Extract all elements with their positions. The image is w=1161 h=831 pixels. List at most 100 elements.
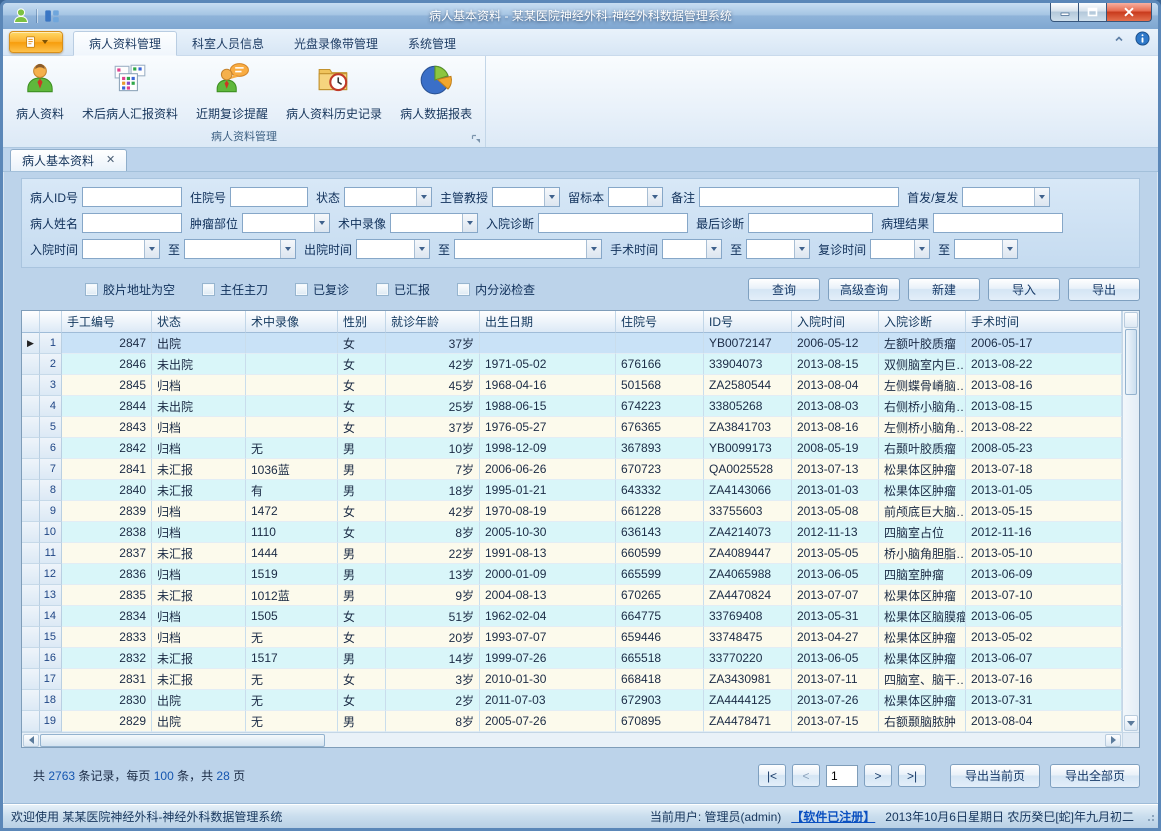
table-row[interactable]: 112837未汇报1444男22岁1991-08-13660599ZA40894…: [22, 543, 1122, 564]
horizontal-scrollbar[interactable]: [22, 733, 1122, 747]
ribbon-button[interactable]: 病人资料: [7, 58, 73, 130]
prev-page-button[interactable]: <: [792, 764, 820, 787]
filter-checkbox[interactable]: 已汇报: [376, 281, 430, 298]
column-header[interactable]: 手术时间: [966, 311, 1122, 333]
table-row[interactable]: 162832未汇报1517男14岁1999-07-266655183377022…: [22, 648, 1122, 669]
column-header[interactable]: ID号: [704, 311, 792, 333]
filter-input[interactable]: [230, 187, 308, 207]
column-header[interactable]: 入院时间: [792, 311, 879, 333]
dropdown-button[interactable]: [416, 188, 431, 206]
table-row[interactable]: 62842归档无男10岁1998-12-09367893YB0099173200…: [22, 438, 1122, 459]
scroll-up-icon[interactable]: [1124, 312, 1138, 328]
filter-checkbox[interactable]: 胶片地址为空: [85, 281, 175, 298]
table-row[interactable]: 92839归档1472女42岁1970-08-19661228337556032…: [22, 501, 1122, 522]
filter-select[interactable]: [492, 187, 560, 207]
filter-select[interactable]: [662, 239, 722, 259]
table-row[interactable]: 102838归档1110女8岁2005-10-30636143ZA4214073…: [22, 522, 1122, 543]
table-row[interactable]: 32845归档女45岁1968-04-16501568ZA25805442013…: [22, 375, 1122, 396]
dropdown-button[interactable]: [1034, 188, 1049, 206]
vertical-scrollbar-thumb[interactable]: [1125, 329, 1137, 395]
page-number-input[interactable]: [826, 765, 858, 787]
table-row[interactable]: 192829出院无男8岁2005-07-26670895ZA4478471201…: [22, 711, 1122, 732]
horizontal-scrollbar-thumb[interactable]: [40, 734, 325, 747]
filter-input[interactable]: [82, 187, 182, 207]
table-row[interactable]: 82840未汇报有男18岁1995-01-21643332ZA414306620…: [22, 480, 1122, 501]
table-row[interactable]: 122836归档1519男13岁2000-01-09665599ZA406598…: [22, 564, 1122, 585]
filter-select[interactable]: [746, 239, 810, 259]
column-header[interactable]: 住院号: [616, 311, 704, 333]
quick-access-toolbar-icon[interactable]: [43, 7, 61, 25]
minimize-button[interactable]: [1050, 3, 1079, 22]
table-row[interactable]: 42844未出院女25岁1988-06-15674223338052682013…: [22, 396, 1122, 417]
last-page-button[interactable]: >|: [898, 764, 926, 787]
filter-input[interactable]: [748, 213, 873, 233]
filter-input[interactable]: [82, 213, 182, 233]
filter-select[interactable]: [242, 213, 330, 233]
table-row[interactable]: 52843归档女37岁1976-05-27676365ZA38417032013…: [22, 417, 1122, 438]
application-menu-button[interactable]: [9, 31, 63, 53]
export-current-page-button[interactable]: 导出当前页: [950, 764, 1040, 788]
resize-grip-icon[interactable]: [1144, 811, 1156, 826]
help-info-icon[interactable]: [1135, 31, 1150, 51]
dropdown-button[interactable]: [314, 214, 329, 232]
next-page-button[interactable]: >: [864, 764, 892, 787]
table-row[interactable]: 152833归档无女20岁1993-07-0765944633748475201…: [22, 627, 1122, 648]
export-all-pages-button[interactable]: 导出全部页: [1050, 764, 1140, 788]
filter-input[interactable]: [699, 187, 899, 207]
ribbon-collapse-icon[interactable]: [1113, 32, 1125, 50]
advanced-search-button[interactable]: 高级查询: [828, 278, 900, 301]
ribbon-tab[interactable]: 光盘录像带管理: [279, 32, 393, 55]
table-row[interactable]: 132835未汇报1012蓝男9岁2004-08-13670265ZA44708…: [22, 585, 1122, 606]
column-header[interactable]: 手工编号: [62, 311, 152, 333]
table-row[interactable]: 22846未出院女42岁1971-05-02676166339040732013…: [22, 354, 1122, 375]
filter-select[interactable]: [954, 239, 1018, 259]
dropdown-button[interactable]: [1002, 240, 1017, 258]
dropdown-button[interactable]: [647, 188, 662, 206]
filter-select[interactable]: [608, 187, 663, 207]
filter-checkbox[interactable]: 主任主刀: [202, 281, 268, 298]
license-registered-link[interactable]: 【软件已注册】: [791, 808, 875, 825]
dropdown-button[interactable]: [144, 240, 159, 258]
ribbon-tab[interactable]: 科室人员信息: [177, 32, 279, 55]
maximize-button[interactable]: [1079, 3, 1107, 22]
dropdown-button[interactable]: [280, 240, 295, 258]
table-row[interactable]: 172831未汇报无女3岁2010-01-30668418ZA343098120…: [22, 669, 1122, 690]
filter-input[interactable]: [538, 213, 688, 233]
filter-input[interactable]: [933, 213, 1063, 233]
table-row[interactable]: 142834归档1505女51岁1962-02-0466477533769408…: [22, 606, 1122, 627]
first-page-button[interactable]: |<: [758, 764, 786, 787]
filter-select[interactable]: [184, 239, 296, 259]
dropdown-button[interactable]: [414, 240, 429, 258]
scroll-down-icon[interactable]: [1124, 715, 1138, 731]
tab-patient-basic-info[interactable]: 病人基本资料 ✕: [10, 149, 127, 171]
search-button[interactable]: 查询: [748, 278, 820, 301]
filter-select[interactable]: [356, 239, 430, 259]
vertical-scrollbar-track[interactable]: [1123, 395, 1139, 714]
ribbon-tab[interactable]: 系统管理: [393, 32, 471, 55]
scroll-left-icon[interactable]: [23, 734, 39, 747]
dropdown-button[interactable]: [794, 240, 809, 258]
column-header[interactable]: 性别: [338, 311, 386, 333]
filter-select[interactable]: [82, 239, 160, 259]
dropdown-button[interactable]: [706, 240, 721, 258]
column-header[interactable]: 术中录像: [246, 311, 338, 333]
table-row[interactable]: 72841未汇报1036蓝男7岁2006-06-26670723QA002552…: [22, 459, 1122, 480]
vertical-scrollbar[interactable]: [1122, 311, 1139, 732]
filter-select[interactable]: [870, 239, 930, 259]
app-logo-icon[interactable]: [12, 7, 30, 25]
dropdown-button[interactable]: [462, 214, 477, 232]
ribbon-button[interactable]: 近期复诊提醒: [187, 58, 277, 130]
close-icon[interactable]: [1107, 3, 1152, 22]
filter-select[interactable]: [454, 239, 602, 259]
filter-select[interactable]: [390, 213, 478, 233]
dropdown-button[interactable]: [586, 240, 601, 258]
table-row[interactable]: 182830出院无女2岁2011-07-03672903ZA4444125201…: [22, 690, 1122, 711]
ribbon-button[interactable]: 病人资料历史记录: [277, 58, 391, 130]
filter-checkbox[interactable]: 已复诊: [295, 281, 349, 298]
filter-checkbox[interactable]: 内分泌检查: [457, 281, 535, 298]
column-header[interactable]: 入院诊断: [879, 311, 966, 333]
dialog-launcher-icon[interactable]: [470, 133, 482, 145]
column-header[interactable]: 出生日期: [480, 311, 616, 333]
dropdown-button[interactable]: [544, 188, 559, 206]
ribbon-button[interactable]: 病人数据报表: [391, 58, 481, 130]
